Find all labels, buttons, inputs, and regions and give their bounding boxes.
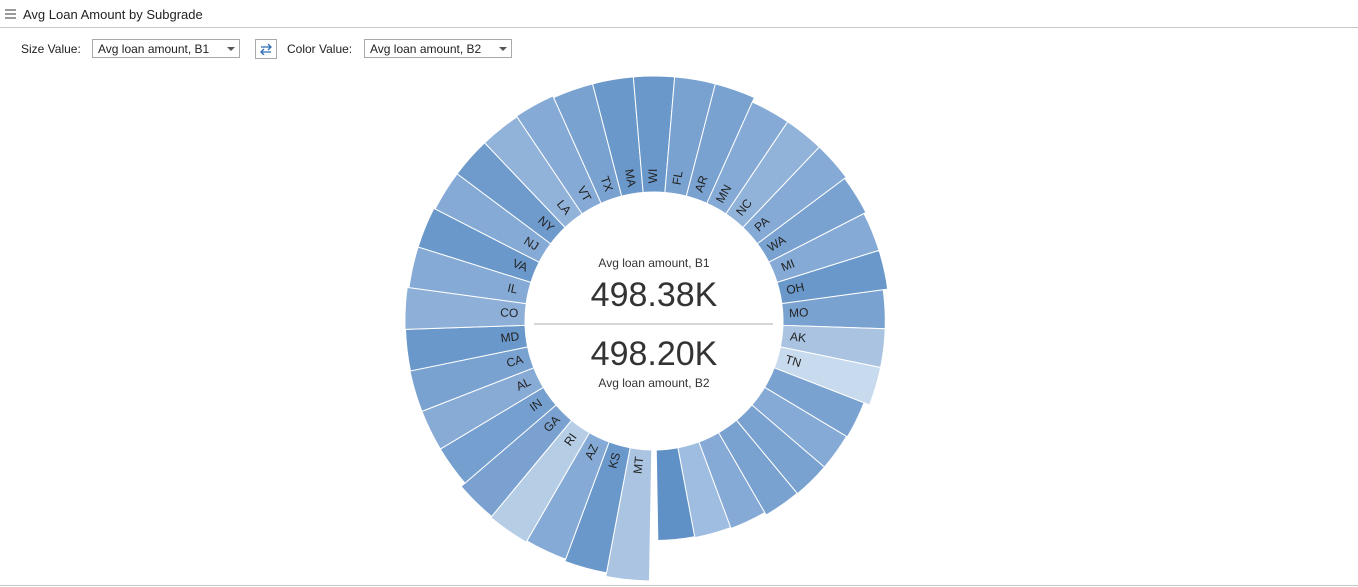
- segment-label-ak: AK: [789, 329, 807, 345]
- segment-label-ma: MA: [622, 168, 639, 188]
- bottom-divider: [0, 585, 1358, 586]
- segment-label-mo: MO: [789, 305, 809, 320]
- center-top-value: 498.38K: [591, 276, 718, 314]
- segment-label-wi: WI: [646, 169, 660, 184]
- center-top-label: Avg loan amount, B1: [598, 256, 710, 270]
- segment-label-md: MD: [500, 329, 521, 345]
- center-bottom-value: 498.20K: [591, 335, 718, 373]
- center-bottom-label: Avg loan amount, B2: [598, 376, 710, 390]
- segment-label-fl: FL: [669, 170, 685, 186]
- segment-label-co: CO: [500, 305, 519, 320]
- sunburst-chart: MTKSAZRIGAINALCAMDCOILVANJNYLAVT TX MA WI FL…: [404, 75, 889, 582]
- segment-label-mt: MT: [631, 455, 647, 474]
